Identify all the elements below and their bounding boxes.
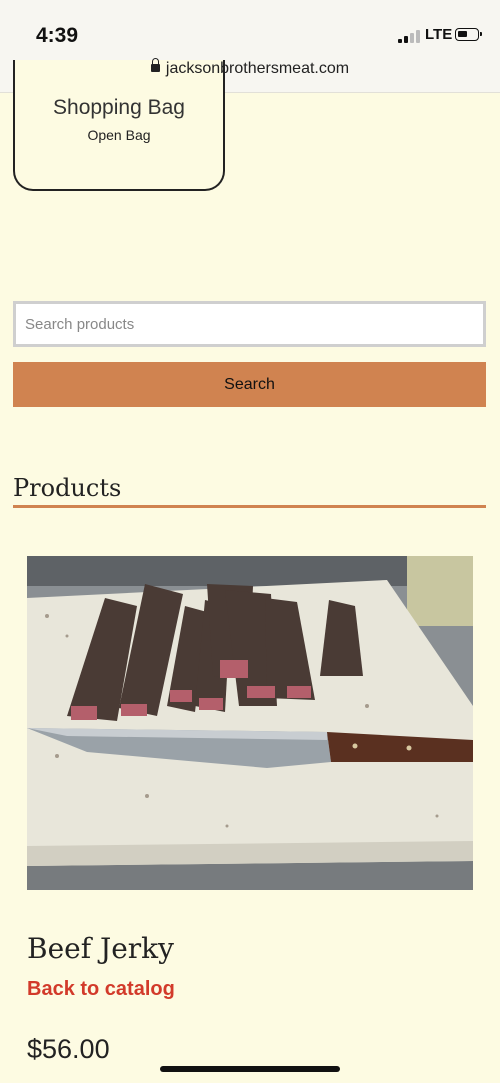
battery-icon [455,28,482,41]
home-indicator[interactable] [160,1066,340,1072]
back-to-catalog-link[interactable]: Back to catalog [27,978,175,1001]
open-bag-link[interactable]: Open Bag [15,127,223,143]
shopping-bag-title: Shopping Bag [53,96,185,119]
address-bar[interactable]: jacksonbrothersmeat.com [0,58,500,78]
product-price: $56.00 [27,1034,110,1064]
product-name: Beef Jerky [27,932,174,965]
status-time: 4:39 [36,24,79,47]
search-button[interactable]: Search [13,362,486,407]
lock-icon [150,58,160,72]
heading-divider [13,505,486,508]
products-heading: Products [13,474,122,502]
network-label: LTE [425,26,453,43]
url-text: jacksonbrothersmeat.com [165,60,350,77]
signal-icon [398,29,420,43]
product-image[interactable] [27,556,473,890]
search-input[interactable] [13,301,486,347]
shopping-bag-panel[interactable]: Shopping Bag Open Bag [13,60,225,191]
